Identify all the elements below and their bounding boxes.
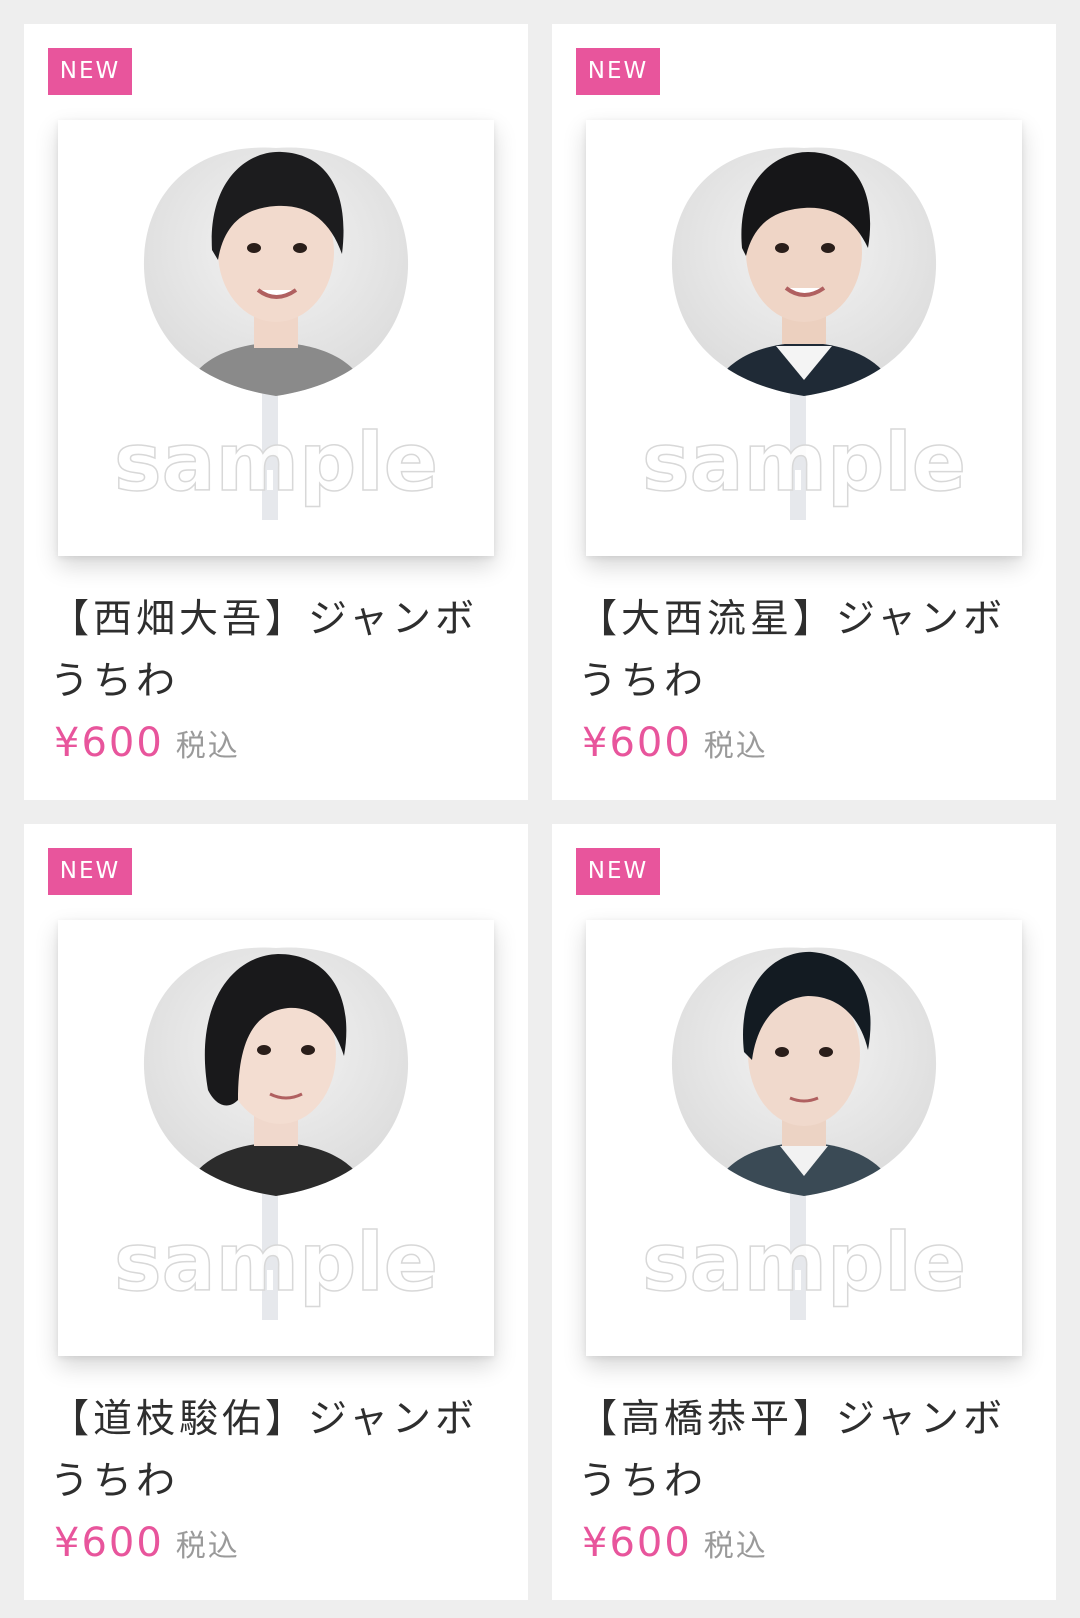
uchiwa-fan-image: sample bbox=[641, 947, 967, 1320]
uchiwa-fan-image: sample bbox=[113, 147, 439, 520]
tax-label: 税込 bbox=[703, 729, 768, 764]
product-title[interactable]: 【西畑大吾】ジャンボうちわ bbox=[50, 589, 490, 713]
price-row: ¥600 税込 bbox=[582, 720, 768, 776]
new-badge: NEW bbox=[48, 48, 132, 95]
product-image[interactable]: sample bbox=[586, 120, 1022, 556]
tax-label: 税込 bbox=[703, 1529, 768, 1564]
product-grid: NEW sample 【西畑大吾】ジャンボうちわ ¥600 税込 NEW sam… bbox=[24, 24, 1056, 1600]
product-card[interactable]: NEW bbox=[552, 24, 1056, 800]
sample-watermark: sample bbox=[642, 416, 966, 509]
new-badge: NEW bbox=[576, 48, 660, 95]
product-image[interactable]: sample bbox=[58, 920, 494, 1356]
product-title[interactable]: 【高橋恭平】ジャンボうちわ bbox=[578, 1389, 1018, 1513]
product-image[interactable]: sample bbox=[58, 120, 494, 556]
price-row: ¥600 税込 bbox=[582, 1520, 768, 1576]
tax-label: 税込 bbox=[175, 1529, 240, 1564]
tax-label: 税込 bbox=[175, 729, 240, 764]
uchiwa-fan-image: sample bbox=[641, 147, 967, 520]
product-price: ¥600 bbox=[582, 1520, 692, 1566]
price-row: ¥600 税込 bbox=[54, 720, 240, 776]
new-badge: NEW bbox=[48, 848, 132, 895]
product-card[interactable]: NEW bbox=[24, 24, 528, 800]
product-card[interactable]: NEW bbox=[552, 824, 1056, 1600]
product-price: ¥600 bbox=[582, 720, 692, 766]
sample-watermark: sample bbox=[114, 416, 438, 509]
product-price: ¥600 bbox=[54, 1520, 164, 1566]
product-price: ¥600 bbox=[54, 720, 164, 766]
sample-watermark: sample bbox=[642, 1216, 966, 1309]
price-row: ¥600 税込 bbox=[54, 1520, 240, 1576]
new-badge: NEW bbox=[576, 848, 660, 895]
product-image[interactable]: sample bbox=[586, 920, 1022, 1356]
product-title[interactable]: 【大西流星】ジャンボうちわ bbox=[578, 589, 1018, 713]
product-card[interactable]: NEW bbox=[24, 824, 528, 1600]
product-title[interactable]: 【道枝駿佑】ジャンボうちわ bbox=[50, 1389, 490, 1513]
sample-watermark: sample bbox=[114, 1216, 438, 1309]
uchiwa-fan-image: sample bbox=[113, 947, 439, 1320]
